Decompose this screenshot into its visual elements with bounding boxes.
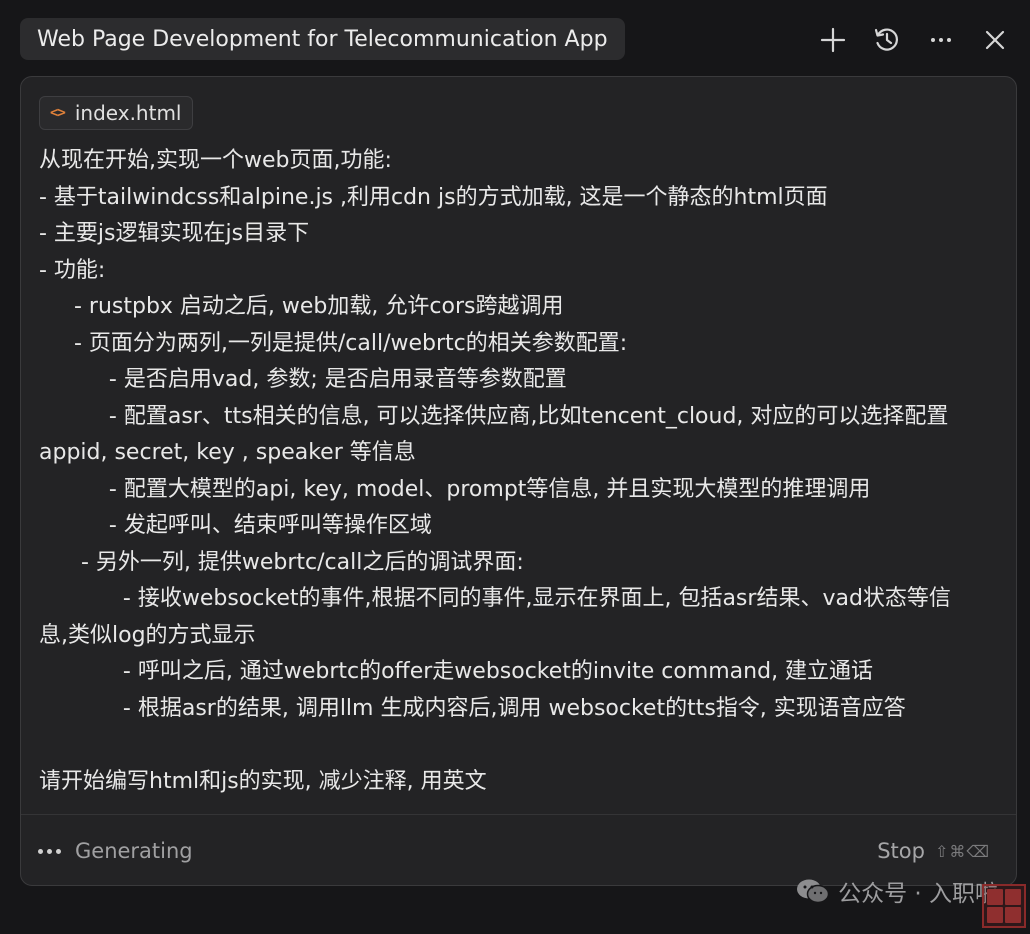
wechat-icon — [797, 879, 830, 904]
generating-status: Generating — [38, 815, 193, 885]
stop-shortcut: ⇧⌘⌫ — [934, 841, 990, 861]
seal-stamp-icon — [982, 884, 1026, 928]
chat-title[interactable]: Web Page Development for Telecommunicati… — [20, 18, 625, 60]
prompt-text: 从现在开始,实现一个web页面,功能: - 基于tailwindcss和alpin… — [39, 143, 999, 800]
prompt-line: - 根据asr的结果, 调用llm 生成内容后,调用 websocket的tts… — [39, 695, 906, 721]
prompt-line: - 是否启用vad, 参数; 是否启用录音等参数配置 — [39, 367, 567, 392]
top-actions — [816, 20, 1012, 60]
history-icon[interactable] — [870, 23, 904, 57]
prompt-line: - 基于tailwindcss和alpine.js ,利用cdn js的方式加载… — [39, 184, 828, 210]
plus-icon[interactable] — [816, 23, 850, 57]
prompt-line: - 主要js逻辑实现在js目录下 — [39, 221, 310, 246]
file-chip-label: index.html — [74, 101, 182, 125]
prompt-line: - 另外一列, 提供webrtc/call之后的调试界面: — [39, 549, 524, 575]
prompt-line: - 配置asr、tts相关的信息, 可以选择供应商,比如tencent_clou… — [39, 403, 949, 429]
watermark-text: 公众号 · 入职啦 — [838, 881, 998, 907]
close-icon[interactable] — [978, 23, 1012, 57]
prompt-line: - rustpbx 启动之后, web加载, 允许cors跨越调用 — [39, 294, 564, 319]
prompt-line: - 呼叫之后, 通过webrtc的offer走websocket的invite … — [39, 659, 874, 684]
prompt-line: 从现在开始,实现一个web页面,功能: — [39, 148, 392, 173]
prompt-line: 息,类似log的方式显示 — [39, 622, 256, 648]
watermark: 公众号 · 入职啦 — [796, 874, 998, 908]
prompt-line: - 接收websocket的事件,根据不同的事件,显示在界面上, 包括asr结果… — [39, 586, 951, 611]
chat-message-panel: <> index.html 从现在开始,实现一个web页面,功能: - 基于tai… — [20, 76, 1017, 886]
code-icon: <> — [50, 105, 66, 121]
prompt-line: 请开始编写html和js的实现, 减少注释, 用英文 — [39, 768, 487, 794]
context-file-chip[interactable]: <> index.html — [39, 96, 193, 130]
loading-dots-icon — [38, 848, 61, 854]
stop-label: Stop — [877, 839, 925, 863]
prompt-line — [39, 727, 999, 764]
generating-label: Generating — [75, 839, 193, 863]
prompt-line: - 配置大模型的api, key, model、prompt等信息, 并且实现大… — [39, 476, 871, 502]
prompt-line: - 页面分为两列,一列是提供/call/webrtc的相关参数配置: — [39, 330, 628, 356]
prompt-line: appid, secret, key , speaker 等信息 — [39, 440, 416, 465]
more-icon[interactable] — [924, 23, 958, 57]
prompt-line: - 发起呼叫、结束呼叫等操作区域 — [39, 513, 432, 538]
prompt-line: - 功能: — [39, 257, 106, 283]
